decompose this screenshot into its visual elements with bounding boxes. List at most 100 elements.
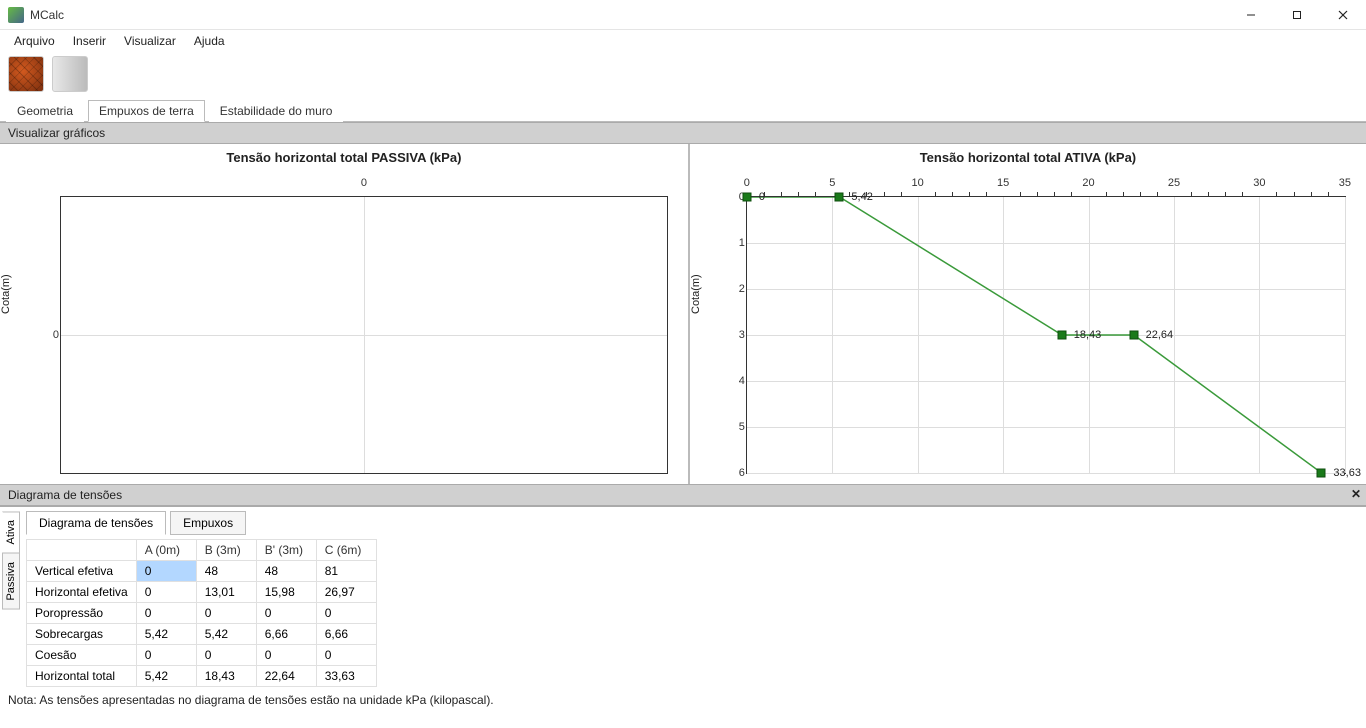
- section-visualizar-graficos: Visualizar gráficos: [0, 122, 1366, 144]
- chart-ativa-title: Tensão horizontal total ATIVA (kPa): [690, 144, 1366, 165]
- table-cell[interactable]: 0: [316, 603, 376, 624]
- data-point: [1317, 469, 1326, 478]
- table-cell[interactable]: 26,97: [316, 582, 376, 603]
- data-point: [1129, 331, 1138, 340]
- section-diagrama-tensoes: Diagrama de tensões ✕: [0, 484, 1366, 506]
- minimize-button[interactable]: [1228, 0, 1274, 30]
- table-cell[interactable]: 0: [196, 645, 256, 666]
- chart-passiva-ylabel: Cota(m): [0, 274, 12, 314]
- close-button[interactable]: [1320, 0, 1366, 30]
- chart-ativa: Tensão horizontal total ATIVA (kPa) Cota…: [690, 144, 1366, 484]
- x-tick: 30: [1253, 177, 1265, 189]
- footnote: Nota: As tensões apresentadas no diagram…: [0, 687, 1366, 713]
- side-tabs: Ativa Passiva: [0, 511, 22, 687]
- app-icon: [8, 7, 24, 23]
- row-label: Poropressão: [27, 603, 137, 624]
- y-tick: 1: [719, 237, 745, 249]
- data-point: [835, 193, 844, 202]
- table-row[interactable]: Coesão0000: [27, 645, 377, 666]
- table-cell[interactable]: 5,42: [136, 624, 196, 645]
- wall-icon-button[interactable]: [52, 56, 88, 92]
- table-cell[interactable]: 0: [136, 582, 196, 603]
- x-tick: 0: [744, 177, 750, 189]
- table-cell[interactable]: 0: [256, 645, 316, 666]
- y-tick: 0: [33, 329, 59, 341]
- table-cell[interactable]: 13,01: [196, 582, 256, 603]
- close-icon[interactable]: ✕: [1348, 486, 1364, 502]
- menu-arquivo[interactable]: Arquivo: [6, 32, 63, 50]
- data-label: 22,64: [1146, 329, 1174, 341]
- table-cell[interactable]: 15,98: [256, 582, 316, 603]
- data-label: 0: [759, 191, 765, 203]
- y-tick: 5: [719, 421, 745, 433]
- table-cell[interactable]: 5,42: [136, 666, 196, 687]
- table-cell[interactable]: 0: [136, 603, 196, 624]
- y-tick: 6: [719, 467, 745, 479]
- tensoes-table[interactable]: A (0m)B (3m)B' (3m)C (6m)Vertical efetiv…: [26, 539, 377, 687]
- grid-line: [61, 335, 667, 336]
- table-header: C (6m): [316, 540, 376, 561]
- table-row[interactable]: Poropressão0000: [27, 603, 377, 624]
- view-tabs: Geometria Empuxos de terra Estabilidade …: [0, 96, 1366, 122]
- table-cell[interactable]: 5,42: [196, 624, 256, 645]
- y-tick: 4: [719, 375, 745, 387]
- table-header: B' (3m): [256, 540, 316, 561]
- charts-row: Tensão horizontal total PASSIVA (kPa) Co…: [0, 144, 1366, 484]
- table-cell[interactable]: 6,66: [316, 624, 376, 645]
- chart-ativa-ylabel: Cota(m): [690, 274, 702, 314]
- menu-visualizar[interactable]: Visualizar: [116, 32, 184, 50]
- x-tick: 0: [361, 177, 367, 189]
- row-label: Horizontal efetiva: [27, 582, 137, 603]
- data-label: 5,42: [851, 191, 872, 203]
- table-cell[interactable]: 22,64: [256, 666, 316, 687]
- table-row[interactable]: Vertical efetiva0484881: [27, 561, 377, 582]
- chart-ativa-plot[interactable]: 05101520253035 0123456 05,4218,4322,6433…: [746, 196, 1346, 474]
- menubar: Arquivo Inserir Visualizar Ajuda: [0, 30, 1366, 52]
- row-label: Horizontal total: [27, 666, 137, 687]
- x-tick: 25: [1168, 177, 1180, 189]
- table-header: [27, 540, 137, 561]
- table-cell[interactable]: 18,43: [196, 666, 256, 687]
- table-cell[interactable]: 33,63: [316, 666, 376, 687]
- table-cell[interactable]: 0: [256, 603, 316, 624]
- table-row[interactable]: Sobrecargas5,425,426,666,66: [27, 624, 377, 645]
- y-tick: 2: [719, 283, 745, 295]
- table-cell[interactable]: 48: [256, 561, 316, 582]
- table-cell[interactable]: 0: [136, 645, 196, 666]
- inner-tab-diagrama[interactable]: Diagrama de tensões: [26, 511, 166, 535]
- x-tick: 35: [1339, 177, 1351, 189]
- tab-estabilidade[interactable]: Estabilidade do muro: [209, 100, 344, 122]
- side-tab-passiva[interactable]: Passiva: [2, 553, 20, 610]
- table-cell[interactable]: 0: [136, 561, 196, 582]
- data-point: [742, 193, 751, 202]
- titlebar: MCalc: [0, 0, 1366, 30]
- table-cell[interactable]: 0: [316, 645, 376, 666]
- row-label: Coesão: [27, 645, 137, 666]
- side-tab-ativa[interactable]: Ativa: [2, 511, 20, 553]
- menu-inserir[interactable]: Inserir: [65, 32, 114, 50]
- section-label: Diagrama de tensões: [8, 488, 122, 502]
- y-tick: 0: [719, 191, 745, 203]
- rock-icon-button[interactable]: [8, 56, 44, 92]
- row-label: Sobrecargas: [27, 624, 137, 645]
- table-row[interactable]: Horizontal total5,4218,4322,6433,63: [27, 666, 377, 687]
- menu-ajuda[interactable]: Ajuda: [186, 32, 233, 50]
- section-label: Visualizar gráficos: [8, 126, 105, 140]
- table-cell[interactable]: 48: [196, 561, 256, 582]
- table-cell[interactable]: 6,66: [256, 624, 316, 645]
- table-cell[interactable]: 81: [316, 561, 376, 582]
- data-point: [1057, 331, 1066, 340]
- table-row[interactable]: Horizontal efetiva013,0115,9826,97: [27, 582, 377, 603]
- x-tick: 15: [997, 177, 1009, 189]
- tab-empuxos-de-terra[interactable]: Empuxos de terra: [88, 100, 205, 122]
- y-tick: 3: [719, 329, 745, 341]
- maximize-button[interactable]: [1274, 0, 1320, 30]
- x-tick: 10: [912, 177, 924, 189]
- table-cell[interactable]: 0: [196, 603, 256, 624]
- tab-geometria[interactable]: Geometria: [6, 100, 84, 122]
- app-title: MCalc: [30, 8, 1228, 22]
- inner-tab-empuxos[interactable]: Empuxos: [170, 511, 246, 535]
- table-header: A (0m): [136, 540, 196, 561]
- chart-passiva-plot[interactable]: 0 0: [60, 196, 668, 474]
- grid-line: [747, 473, 1345, 474]
